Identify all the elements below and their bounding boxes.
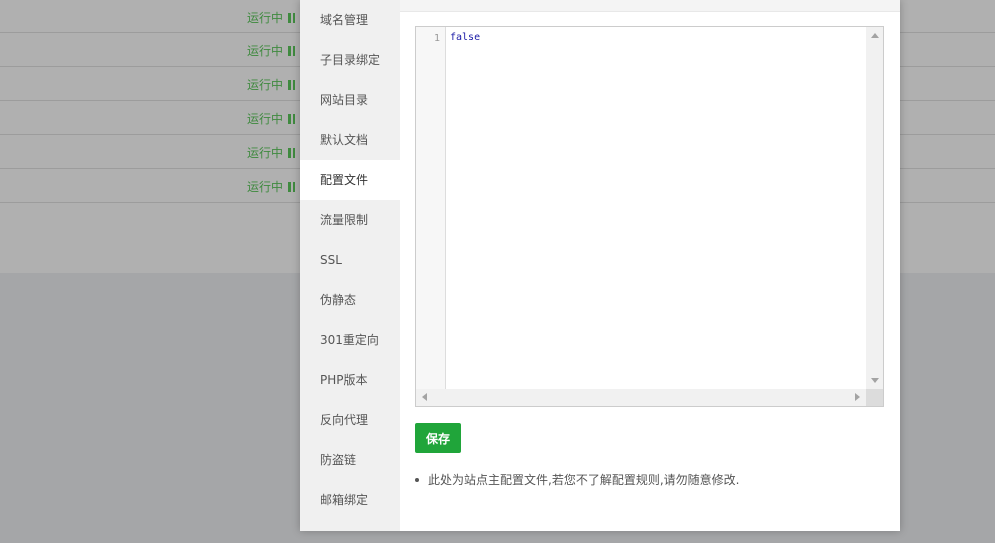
bullet-icon (415, 477, 419, 482)
dialog-header-strip (400, 0, 900, 12)
scroll-up-arrow-icon[interactable] (871, 33, 879, 38)
sidebar-item-email-binding[interactable]: 邮箱绑定 (300, 480, 400, 520)
pause-icon (288, 113, 296, 124)
pause-icon (288, 12, 296, 23)
status-label: 运行中 (247, 11, 284, 25)
scroll-down-arrow-icon[interactable] (871, 378, 879, 383)
sidebar-item-ssl[interactable]: SSL (300, 240, 400, 280)
status-running[interactable]: 运行中 (247, 42, 296, 59)
sidebar-item-site-directory[interactable]: 网站目录 (300, 80, 400, 120)
code-line[interactable]: false (450, 32, 480, 43)
vertical-scrollbar[interactable] (866, 27, 883, 390)
scrollbar-corner (866, 389, 883, 406)
pause-icon (288, 45, 296, 56)
line-number: 1 (433, 33, 440, 44)
sidebar-item-config-file[interactable]: 配置文件 (300, 160, 400, 200)
status-running[interactable]: 运行中 (247, 76, 296, 93)
horizontal-scrollbar[interactable] (416, 389, 883, 406)
status-label: 运行中 (247, 112, 284, 126)
sidebar-item-traffic-limit[interactable]: 流量限制 (300, 200, 400, 240)
sidebar-item-rewrite[interactable]: 伪静态 (300, 280, 400, 320)
settings-sidebar: 域名管理 子目录绑定 网站目录 默认文档 配置文件 流量限制 SSL 伪静态 3… (300, 0, 400, 531)
status-running[interactable]: 运行中 (247, 144, 296, 161)
note-text: 此处为站点主配置文件,若您不了解配置规则,请勿随意修改. (428, 473, 740, 487)
status-label: 运行中 (247, 44, 284, 58)
save-button[interactable]: 保存 (415, 423, 461, 453)
scroll-right-arrow-icon[interactable] (855, 393, 860, 401)
sidebar-item-subdirectory-binding[interactable]: 子目录绑定 (300, 40, 400, 80)
config-code-editor[interactable]: 1 false (415, 26, 884, 407)
status-label: 运行中 (247, 180, 284, 194)
pause-icon (288, 181, 296, 192)
sidebar-item-domain-management[interactable]: 域名管理 (300, 0, 400, 40)
status-label: 运行中 (247, 146, 284, 160)
pause-icon (288, 79, 296, 90)
status-label: 运行中 (247, 78, 284, 92)
sidebar-item-hotlink-protection[interactable]: 防盗链 (300, 440, 400, 480)
sidebar-item-default-document[interactable]: 默认文档 (300, 120, 400, 160)
status-running[interactable]: 运行中 (247, 110, 296, 127)
status-running[interactable]: 运行中 (247, 178, 296, 195)
sidebar-item-301-redirect[interactable]: 301重定向 (300, 320, 400, 360)
pause-icon (288, 147, 296, 158)
sidebar-item-php-version[interactable]: PHP版本 (300, 360, 400, 400)
line-number-gutter: 1 (416, 27, 446, 390)
status-running[interactable]: 运行中 (247, 9, 296, 26)
config-note: 此处为站点主配置文件,若您不了解配置规则,请勿随意修改. (415, 471, 739, 488)
scroll-left-arrow-icon[interactable] (422, 393, 427, 401)
sidebar-item-reverse-proxy[interactable]: 反向代理 (300, 400, 400, 440)
site-settings-dialog: 域名管理 子目录绑定 网站目录 默认文档 配置文件 流量限制 SSL 伪静态 3… (300, 0, 900, 531)
